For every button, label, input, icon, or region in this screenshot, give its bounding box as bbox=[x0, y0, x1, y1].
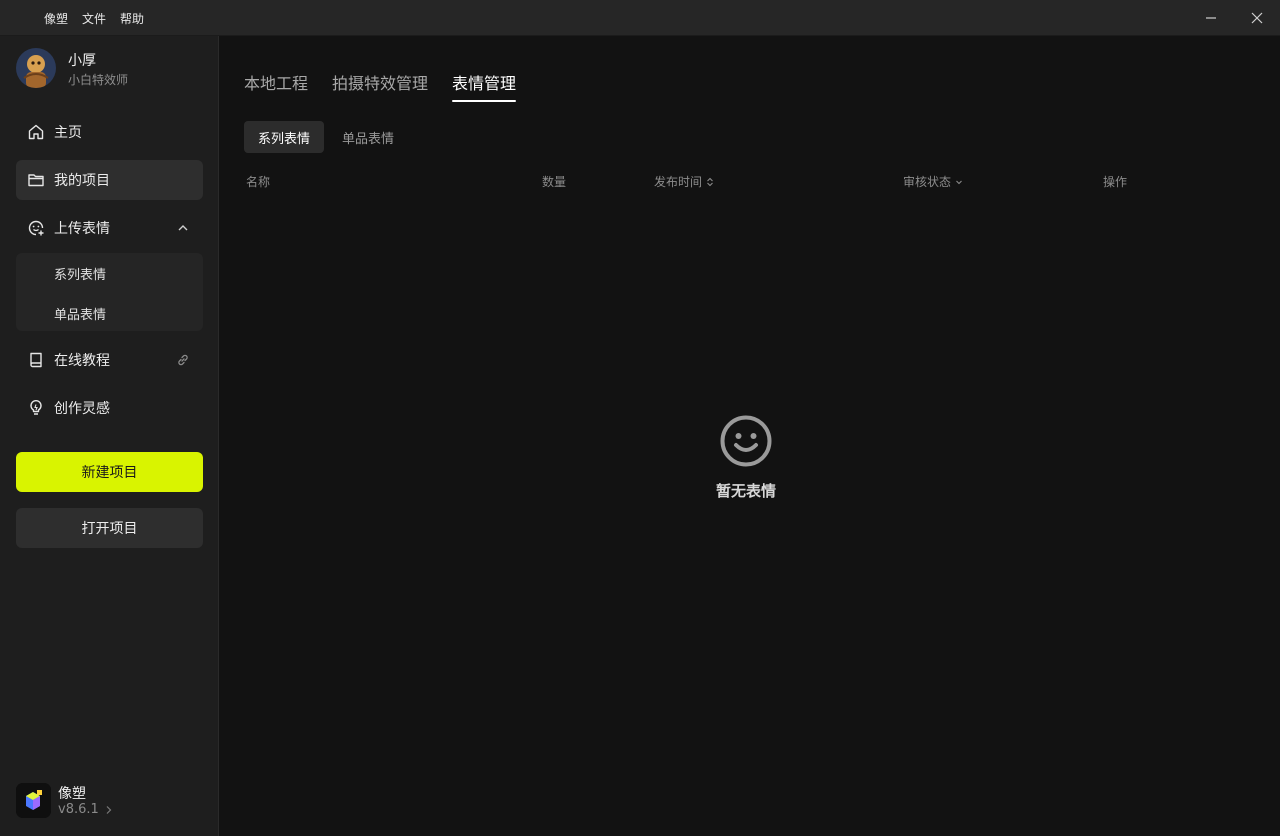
sidebar-item-projects[interactable]: 我的项目 bbox=[16, 160, 203, 200]
menu-file[interactable]: 文件 bbox=[82, 10, 106, 27]
upload-submenu: 系列表情 单品表情 bbox=[16, 253, 203, 331]
avatar[interactable] bbox=[16, 48, 56, 88]
chevron-up-icon[interactable] bbox=[175, 220, 191, 236]
sidebar-item-tutorial[interactable]: 在线教程 bbox=[16, 340, 203, 380]
smiley-icon bbox=[719, 414, 773, 468]
sidebar-item-label: 主页 bbox=[54, 125, 82, 141]
close-button[interactable] bbox=[1234, 0, 1280, 36]
app-version-label: v8.6.1 bbox=[58, 802, 99, 817]
sidebar-subitem-series[interactable]: 系列表情 bbox=[54, 264, 106, 283]
subtab-single[interactable]: 单品表情 bbox=[342, 121, 394, 153]
minimize-icon bbox=[1206, 17, 1216, 19]
sidebar-subitem-single[interactable]: 单品表情 bbox=[54, 304, 106, 323]
sidebar-item-inspiration[interactable]: 创作灵感 bbox=[16, 388, 203, 428]
subtab-series[interactable]: 系列表情 bbox=[244, 121, 324, 153]
user-role: 小白特效师 bbox=[68, 73, 129, 87]
tab-local-projects[interactable]: 本地工程 bbox=[244, 70, 308, 102]
app-version[interactable]: v8.6.1 bbox=[58, 802, 113, 817]
user-name: 小厚 bbox=[68, 53, 96, 69]
empty-state-text: 暂无表情 bbox=[715, 482, 776, 500]
close-icon bbox=[1251, 12, 1263, 24]
title-bar: 像塑 文件 帮助 bbox=[0, 0, 1280, 36]
sidebar-item-label: 创作灵感 bbox=[54, 401, 110, 417]
app-name: 像塑 bbox=[58, 786, 86, 802]
sidebar-item-home[interactable]: 主页 bbox=[16, 112, 203, 152]
menu-app[interactable]: 像塑 bbox=[44, 10, 68, 27]
lightbulb-icon bbox=[27, 399, 45, 417]
tab-emoji-management[interactable]: 表情管理 bbox=[452, 70, 517, 102]
open-project-button[interactable]: 打开项目 bbox=[16, 508, 203, 548]
column-header-publish-time[interactable]: 发布时间 bbox=[654, 173, 714, 190]
column-header-count: 数量 bbox=[542, 175, 567, 189]
new-project-button[interactable]: 新建项目 bbox=[16, 452, 203, 492]
tab-effects-management[interactable]: 拍摄特效管理 bbox=[332, 70, 428, 102]
menu-help[interactable]: 帮助 bbox=[120, 10, 144, 27]
menu-bar: 像塑 文件 帮助 bbox=[44, 0, 144, 36]
folder-icon bbox=[27, 171, 45, 189]
column-header-actions: 操作 bbox=[1103, 175, 1128, 189]
empty-state: 暂无表情 bbox=[690, 414, 802, 501]
column-header-review-status[interactable]: 审核状态 bbox=[903, 173, 963, 190]
chevron-right-icon bbox=[106, 805, 112, 814]
sidebar-item-label: 上传表情 bbox=[54, 221, 110, 237]
book-icon bbox=[27, 351, 45, 369]
minimize-button[interactable] bbox=[1188, 0, 1234, 36]
sidebar-item-label: 在线教程 bbox=[54, 353, 110, 369]
home-icon bbox=[27, 123, 45, 141]
sidebar: 小厚 小白特效师 主页 我的项目 上传表情 系列表情 单品表情 在线教程 创作灵… bbox=[0, 36, 219, 836]
column-header-name: 名称 bbox=[246, 175, 271, 189]
emoji-upload-icon bbox=[27, 219, 45, 237]
link-icon bbox=[175, 352, 191, 368]
filter-dropdown-icon bbox=[956, 180, 962, 184]
top-tabs: 本地工程 拍摄特效管理 表情管理 bbox=[244, 70, 517, 102]
sidebar-item-upload[interactable]: 上传表情 bbox=[16, 208, 203, 248]
sort-icon bbox=[707, 177, 713, 186]
sidebar-item-label: 我的项目 bbox=[54, 173, 110, 189]
app-logo bbox=[16, 783, 51, 818]
main-content: 本地工程 拍摄特效管理 表情管理 系列表情 单品表情 名称 数量 发布时间 审核… bbox=[220, 36, 1280, 836]
